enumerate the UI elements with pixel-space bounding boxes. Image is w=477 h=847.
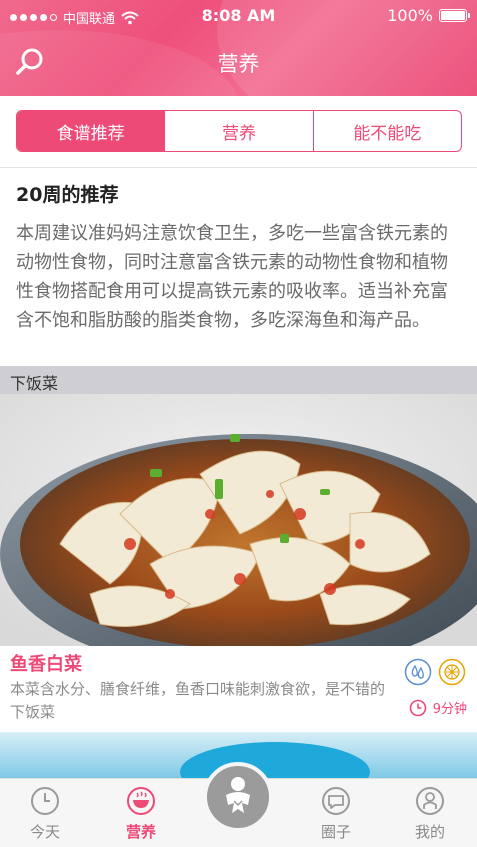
recipe-name: 鱼香白菜 <box>10 654 82 675</box>
battery-percent: 100% <box>387 6 433 25</box>
nav-today[interactable]: 今天 <box>10 785 80 842</box>
nav-nutrition[interactable]: 营养 <box>106 785 176 842</box>
next-recipe-decoration <box>180 742 370 778</box>
droplet-tag-icon <box>404 658 432 686</box>
weekly-recommendation: 20周的推荐 本周建议准妈妈注意饮食卫生，多吃一些富含铁元素的动物性食物，同时注… <box>0 168 477 366</box>
timer-icon <box>409 699 427 716</box>
baby-icon <box>226 777 250 813</box>
nav-nutrition-label: 营养 <box>125 823 156 841</box>
nav-profile[interactable]: 我的 <box>395 785 465 842</box>
recipe-photo[interactable] <box>0 394 477 646</box>
clock-icon <box>31 787 59 815</box>
section-header: 下饭菜 <box>0 366 477 394</box>
nav-profile-label: 我的 <box>414 823 445 841</box>
chat-bubble-icon <box>322 787 350 815</box>
nav-circle[interactable]: 圈子 <box>301 785 371 842</box>
segment-control: 食谱推荐 营养 能不能吃 <box>16 110 462 152</box>
battery-status: 100% <box>387 6 470 25</box>
citrus-tag-icon <box>438 658 466 686</box>
page-title: 营养 <box>217 52 260 76</box>
bowl-icon <box>127 787 155 815</box>
app-header: 中国联通 8:08 AM 100% 营养 <box>0 0 477 96</box>
cook-time-label: 9分钟 <box>432 702 467 717</box>
battery-icon <box>439 9 470 22</box>
dish-illustration <box>0 394 477 646</box>
nav-today-label: 今天 <box>29 823 60 841</box>
nav-circle-label: 圈子 <box>320 823 351 841</box>
recommendation-body: 本周建议准妈妈注意饮食卫生，多吃一些富含铁元素的动物性食物，同时注意富含铁元素的… <box>16 223 448 331</box>
baby-center-button[interactable] <box>203 762 273 832</box>
recommendation-title: 20周的推荐 <box>16 184 119 206</box>
tab-nutrition[interactable]: 营养 <box>164 111 312 151</box>
cook-time: 9分钟 <box>409 698 467 717</box>
segment-control-container: 食谱推荐 营养 能不能吃 <box>0 96 477 168</box>
tab-recipe-recommend[interactable]: 食谱推荐 <box>17 111 165 151</box>
tab-can-eat[interactable]: 能不能吃 <box>312 111 461 151</box>
recipe-description: 本菜含水分、膳食纤维，鱼香口味能刺激食欲，是不错的下饭菜 <box>10 680 386 721</box>
status-bar: 中国联通 8:08 AM 100% <box>0 0 477 32</box>
profile-icon <box>416 787 444 815</box>
recipe-card[interactable]: 鱼香白菜 本菜含水分、膳食纤维，鱼香口味能刺激食欲，是不错的下饭菜 9分钟 <box>0 646 477 732</box>
